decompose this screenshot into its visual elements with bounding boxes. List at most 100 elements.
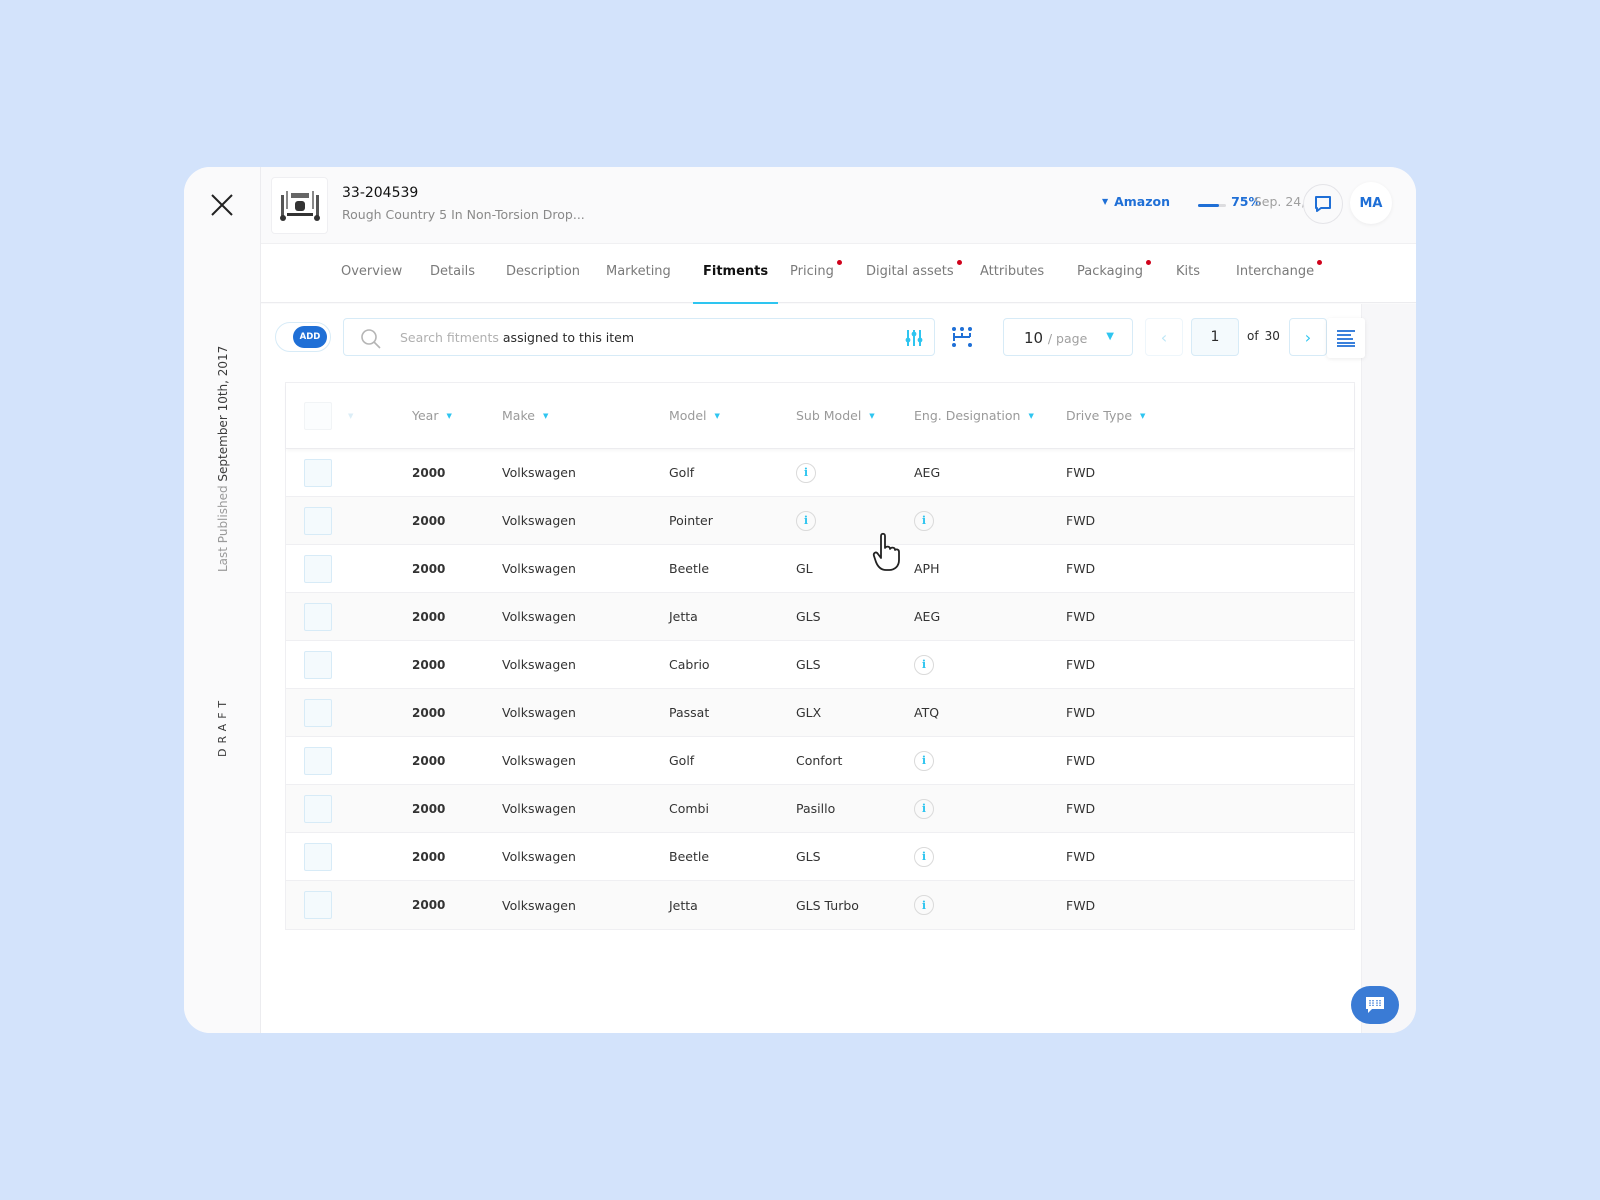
cell-drive-type: FWD — [1066, 609, 1096, 624]
column-header-year[interactable]: Year ▼ — [412, 383, 452, 448]
tab-digital-assets[interactable]: Digital assets — [866, 244, 962, 304]
tab-kits[interactable]: Kits — [1176, 244, 1200, 304]
select-all-checkbox[interactable] — [304, 401, 332, 430]
tab-details[interactable]: Details — [430, 244, 475, 304]
row-checkbox[interactable] — [304, 602, 332, 631]
caret-down-icon: ▼ — [1106, 331, 1114, 342]
info-icon[interactable]: i — [914, 654, 934, 675]
alert-dot — [1317, 260, 1323, 265]
column-header-eng-designation[interactable]: Eng. Designation ▼ — [914, 383, 1034, 448]
row-checkbox[interactable] — [304, 746, 332, 775]
tab-overview[interactable]: Overview — [341, 244, 402, 304]
toggle-knob: ADD — [293, 326, 327, 348]
page-total: of 30 — [1247, 329, 1280, 343]
row-select[interactable] — [304, 545, 332, 592]
row-checkbox[interactable] — [304, 891, 332, 919]
info-icon[interactable]: i — [914, 895, 934, 915]
info-icon[interactable]: i — [914, 798, 934, 819]
select-all[interactable]: ▼ — [304, 383, 353, 448]
info-icon[interactable]: i — [914, 846, 934, 867]
tab-fitments[interactable]: Fitments — [692, 244, 779, 305]
row-checkbox[interactable] — [304, 650, 332, 679]
table-row[interactable]: 2000 Volkswagen Pointer i i FWD — [286, 497, 1354, 545]
filter-sliders-button[interactable] — [904, 328, 924, 352]
row-select[interactable] — [304, 881, 332, 929]
cell-eng-designation: i — [914, 785, 934, 832]
column-header-sub-model[interactable]: Sub Model ▼ — [796, 383, 875, 448]
cell-drive-type: FWD — [1066, 897, 1096, 913]
user-avatar[interactable]: MA — [1350, 182, 1392, 224]
row-checkbox[interactable] — [304, 794, 332, 823]
tab-attributes[interactable]: Attributes — [980, 244, 1044, 304]
cell-sub-model: i — [796, 497, 816, 544]
row-select[interactable] — [304, 593, 332, 640]
row-select[interactable] — [304, 785, 332, 832]
row-checkbox[interactable] — [304, 458, 332, 487]
table-row[interactable]: 2000 Volkswagen Jetta GLS AEG FWD — [286, 593, 1354, 641]
comments-button[interactable] — [1303, 184, 1343, 224]
total-pages: 30 — [1264, 329, 1280, 343]
channel-selector[interactable]: ▼ Amazon — [1102, 194, 1170, 209]
table-row[interactable]: 2000 Volkswagen Beetle GLS i FWD — [286, 833, 1354, 881]
cell-year: 2000 — [412, 465, 446, 480]
tab-interchange[interactable]: Interchange — [1236, 244, 1323, 304]
channel-name: Amazon — [1114, 194, 1170, 209]
prev-page-button[interactable]: ‹ — [1145, 318, 1183, 356]
table-row[interactable]: 2000 Volkswagen Cabrio GLS i FWD — [286, 641, 1354, 689]
table-row[interactable]: 2000 Volkswagen Golf Confort i FWD — [286, 737, 1354, 785]
row-select[interactable] — [304, 833, 332, 880]
info-icon[interactable]: i — [796, 510, 816, 531]
info-icon[interactable]: i — [796, 462, 816, 483]
column-header-model[interactable]: Model ▼ — [669, 383, 720, 448]
sort-caret-icon: ▼ — [1028, 411, 1034, 420]
close-button[interactable] — [208, 191, 236, 219]
column-label: Drive Type — [1066, 408, 1133, 423]
table-row[interactable]: 2000 Volkswagen Passat GLX ATQ FWD — [286, 689, 1354, 737]
cell-model: Golf — [669, 465, 695, 480]
tab-label: Description — [506, 264, 581, 279]
info-icon[interactable]: i — [914, 750, 934, 771]
next-page-button[interactable]: › — [1289, 318, 1327, 356]
per-page-select[interactable]: 10 / page ▼ — [1003, 318, 1133, 356]
search-fitments-field[interactable]: Search fitments assigned to this item — [343, 318, 935, 356]
cell-make: Volkswagen — [502, 657, 576, 672]
table-row[interactable]: 2000 Volkswagen Golf i AEG FWD — [286, 449, 1354, 497]
lift-kit-image-icon — [279, 190, 320, 221]
tab-marketing[interactable]: Marketing — [606, 244, 671, 304]
table-row[interactable]: 2000 Volkswagen Jetta GLS Turbo i FWD — [286, 881, 1354, 929]
sort-caret-icon: ▼ — [1140, 411, 1146, 420]
cell-drive-type: FWD — [1066, 849, 1096, 864]
page-number-input[interactable]: 1 — [1191, 318, 1239, 356]
row-checkbox[interactable] — [304, 842, 332, 871]
cell-sub-model: GLS Turbo — [796, 897, 859, 913]
left-rail: Last Published September 10th, 2017 DRAF… — [184, 167, 261, 1033]
cell-eng-designation: AEG — [914, 609, 941, 624]
column-settings-button[interactable] — [1327, 318, 1365, 358]
column-header-make[interactable]: Make ▼ — [502, 383, 548, 448]
tab-packaging[interactable]: Packaging — [1077, 244, 1151, 304]
column-header-drive-type[interactable]: Drive Type ▼ — [1066, 383, 1145, 448]
row-select[interactable] — [304, 449, 332, 496]
group-by-button[interactable] — [949, 324, 975, 350]
sort-caret-icon: ▼ — [542, 411, 549, 420]
row-select[interactable] — [304, 689, 332, 736]
search-icon — [360, 328, 382, 354]
table-row[interactable]: 2000 Volkswagen Combi Pasillo i FWD — [286, 785, 1354, 833]
tab-label: Kits — [1176, 264, 1201, 279]
cell-sub-model: GLS — [796, 609, 821, 624]
header: 33-204539 Rough Country 5 In Non-Torsion… — [261, 167, 1416, 243]
completion-progress-fill — [1198, 204, 1219, 207]
cell-model: Beetle — [669, 849, 710, 864]
row-checkbox[interactable] — [304, 506, 332, 535]
row-select[interactable] — [304, 737, 332, 784]
add-mode-toggle[interactable]: ADD — [275, 322, 331, 352]
row-checkbox[interactable] — [304, 554, 332, 583]
row-select[interactable] — [304, 497, 332, 544]
row-select[interactable] — [304, 641, 332, 688]
notes-fab-button[interactable] — [1351, 986, 1399, 1024]
tab-pricing[interactable]: Pricing — [790, 244, 842, 304]
tab-description[interactable]: Description — [506, 244, 580, 304]
info-icon[interactable]: i — [914, 510, 934, 531]
row-checkbox[interactable] — [304, 698, 332, 727]
table-row[interactable]: 2000 Volkswagen Beetle GL APH FWD — [286, 545, 1354, 593]
